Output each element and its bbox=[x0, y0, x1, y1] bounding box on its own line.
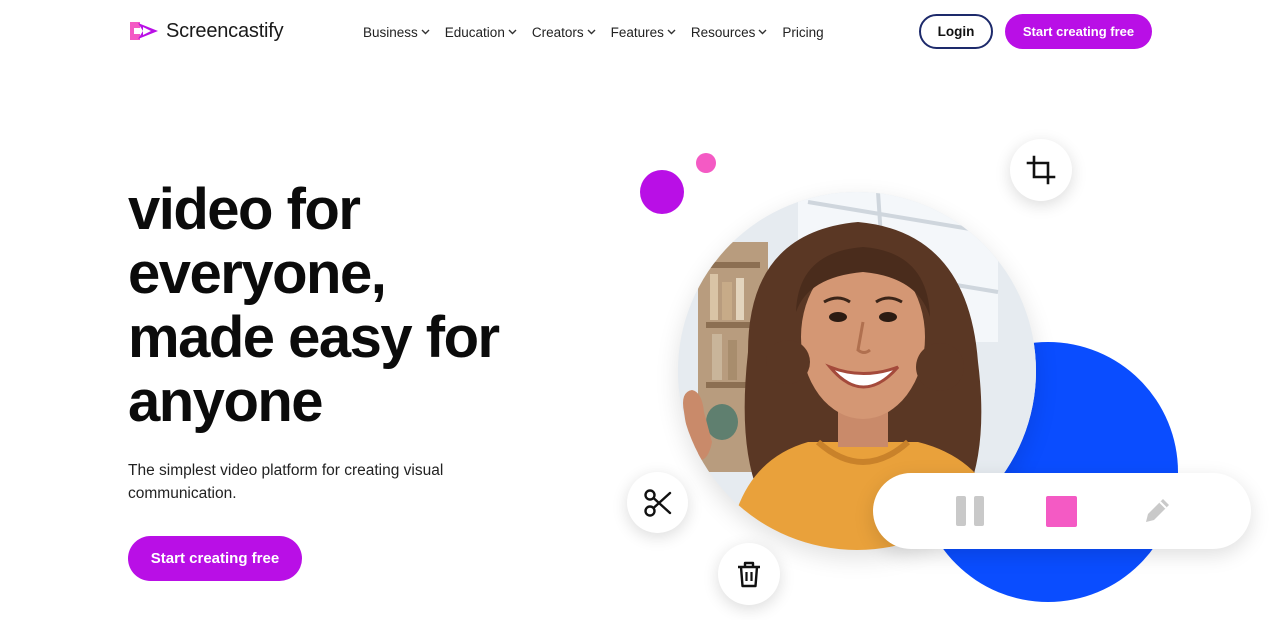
delete-button[interactable] bbox=[718, 543, 780, 605]
chevron-down-icon bbox=[508, 29, 517, 35]
hero-title-line: everyone, bbox=[128, 241, 387, 306]
stop-button[interactable] bbox=[1044, 494, 1078, 528]
nav-item-business[interactable]: Business bbox=[363, 25, 430, 40]
pause-button[interactable] bbox=[953, 494, 987, 528]
login-button[interactable]: Login bbox=[919, 14, 993, 49]
main-nav: Business Education Creators Features Res… bbox=[363, 22, 824, 42]
crop-button[interactable] bbox=[1010, 139, 1072, 201]
brand-logo[interactable]: Screencastify bbox=[128, 16, 284, 46]
scissors-icon bbox=[643, 488, 671, 517]
chevron-down-icon bbox=[587, 29, 596, 35]
header-start-creating-button[interactable]: Start creating free bbox=[1005, 14, 1152, 49]
nav-item-creators[interactable]: Creators bbox=[532, 25, 596, 40]
crop-icon bbox=[1026, 155, 1056, 185]
chevron-down-icon bbox=[421, 29, 430, 35]
nav-item-label: Pricing bbox=[782, 24, 824, 40]
recording-control-bar bbox=[873, 473, 1251, 549]
hero-title: video for everyone, made easy for anyone bbox=[128, 178, 598, 434]
chevron-down-icon bbox=[758, 29, 767, 35]
nav-item-pricing[interactable]: Pricing bbox=[782, 25, 823, 40]
nav-item-label: Business bbox=[363, 24, 418, 40]
nav-item-label: Features bbox=[610, 24, 664, 40]
nav-item-features[interactable]: Features bbox=[611, 25, 676, 40]
screencastify-logo-icon bbox=[130, 22, 158, 40]
stop-icon bbox=[1045, 495, 1077, 527]
hero-start-creating-button[interactable]: Start creating free bbox=[128, 536, 302, 581]
nav-item-label: Resources bbox=[690, 24, 756, 40]
nav-item-label: Creators bbox=[531, 24, 584, 40]
decorative-purple-dot bbox=[640, 170, 684, 214]
brand-name: Screencastify bbox=[166, 19, 284, 42]
pencil-icon bbox=[1146, 499, 1169, 522]
nav-item-education[interactable]: Education bbox=[445, 25, 517, 40]
hero-title-line: made easy for bbox=[128, 305, 500, 370]
decorative-pink-dot bbox=[696, 153, 716, 173]
nav-item-label: Education bbox=[444, 24, 505, 40]
hero-title-line: anyone bbox=[128, 369, 324, 434]
cut-button[interactable] bbox=[627, 472, 688, 533]
chevron-down-icon bbox=[667, 29, 676, 35]
annotate-button[interactable] bbox=[1140, 494, 1174, 528]
nav-item-resources[interactable]: Resources bbox=[691, 25, 768, 40]
hero-title-line: video for bbox=[128, 177, 361, 242]
pause-icon bbox=[956, 496, 984, 526]
trash-icon bbox=[738, 561, 760, 588]
hero-subtitle: The simplest video platform for creating… bbox=[128, 462, 444, 502]
